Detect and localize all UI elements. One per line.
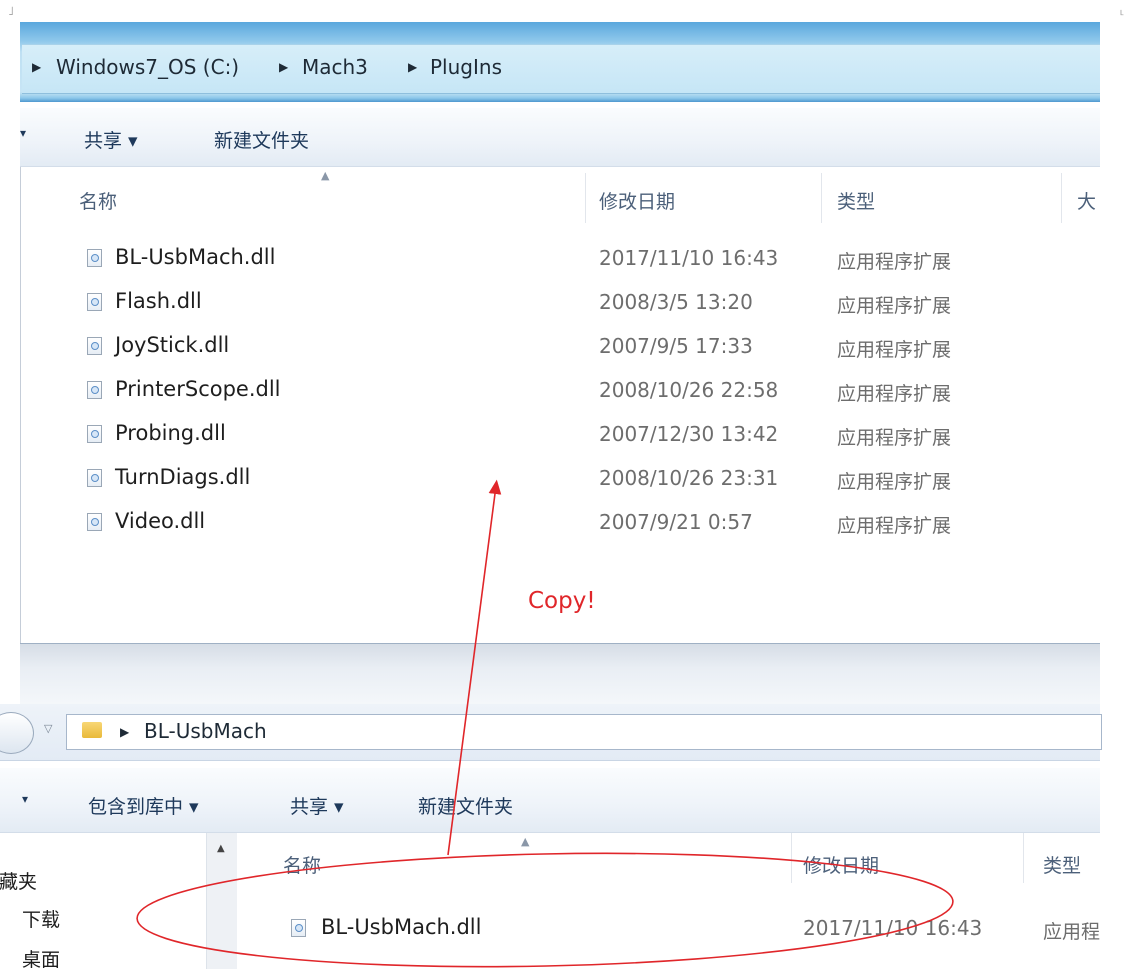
file-type: 应用程序扩展: [837, 471, 952, 493]
breadcrumb-arrow-icon: ▶: [32, 60, 42, 74]
breadcrumb-arrow-icon: ▶: [120, 725, 130, 739]
file-date: 2007/9/5 17:33: [599, 334, 753, 358]
column-divider[interactable]: [791, 833, 792, 883]
sort-ascending-icon: ▲: [321, 169, 330, 182]
file-name: BL-UsbMach.dll: [321, 915, 482, 939]
nav-item-favorites[interactable]: 收藏夹: [0, 867, 37, 894]
bottom-file-list: ▲ 名称 修改日期 类型 BL-UsbMach.dll 2017/11/10 1…: [237, 833, 1100, 969]
file-date: 2017/11/10 16:43: [599, 246, 779, 270]
column-divider[interactable]: [821, 173, 822, 223]
file-name: TurnDiags.dll: [115, 465, 251, 489]
file-row[interactable]: Video.dll 2007/9/21 0:57 应用程序扩展: [21, 501, 1101, 545]
dll-file-icon: [87, 381, 102, 399]
include-in-library-button[interactable]: 包含到库中 ▾: [88, 792, 199, 819]
sort-ascending-icon: ▲: [521, 835, 530, 848]
copy-annotation-label: Copy!: [528, 588, 596, 614]
new-folder-button[interactable]: 新建文件夹: [418, 792, 513, 819]
file-name: JoyStick.dll: [115, 333, 230, 357]
corner-mark-left: ˩: [8, 4, 14, 18]
navigation-pane: 收藏夹 下载 桌面: [0, 833, 237, 972]
bottom-window-titlebar: [20, 643, 1100, 704]
file-name: Flash.dll: [115, 289, 202, 313]
dll-file-icon: [87, 293, 102, 311]
file-date: 2008/10/26 23:31: [599, 466, 779, 490]
file-type: 应用程序扩展: [837, 515, 952, 537]
history-dropdown-icon[interactable]: ▽: [44, 722, 52, 735]
column-header-date[interactable]: 修改日期: [599, 187, 675, 214]
toolbar-dropdown-icon[interactable]: ▾: [22, 792, 28, 806]
file-row[interactable]: BL-UsbMach.dll 2017/11/10 16:43 应用程序扩展: [21, 237, 1101, 281]
corner-mark-right: ˪: [1120, 4, 1124, 18]
file-type: 应用程序扩展: [837, 295, 952, 317]
file-row[interactable]: JoyStick.dll 2007/9/5 17:33 应用程序扩展: [21, 325, 1101, 369]
breadcrumb-plugins[interactable]: PlugIns: [430, 55, 502, 79]
dll-file-icon: [87, 469, 102, 487]
column-header-type[interactable]: 类型: [837, 187, 875, 214]
dll-file-icon: [87, 337, 102, 355]
breadcrumb-arrow-icon: ▶: [408, 60, 418, 74]
file-row[interactable]: Flash.dll 2008/3/5 13:20 应用程序扩展: [21, 281, 1101, 325]
column-header-name[interactable]: 名称: [283, 851, 321, 878]
breadcrumb-folder[interactable]: BL-UsbMach: [144, 719, 267, 743]
file-date: 2007/9/21 0:57: [599, 510, 753, 534]
new-folder-button[interactable]: 新建文件夹: [214, 126, 309, 153]
dll-file-icon: [87, 513, 102, 531]
column-divider[interactable]: [585, 173, 586, 223]
file-name: BL-UsbMach.dll: [115, 245, 276, 269]
breadcrumb-arrow-icon: ▶: [279, 60, 289, 74]
folder-icon: [82, 722, 102, 738]
column-header-name[interactable]: 名称: [79, 187, 117, 214]
column-divider[interactable]: [1023, 833, 1024, 883]
scroll-up-icon[interactable]: ▲: [217, 843, 225, 854]
top-toolbar: ▾ 共享 ▾ 新建文件夹: [20, 108, 1100, 167]
file-type: 应用程序扩展: [837, 339, 952, 361]
bottom-toolbar: ▾ 包含到库中 ▾ 共享 ▾ 新建文件夹: [0, 768, 1100, 833]
nav-item-desktop[interactable]: 桌面: [22, 945, 60, 972]
column-header-type[interactable]: 类型: [1043, 851, 1081, 878]
file-row[interactable]: PrinterScope.dll 2008/10/26 22:58 应用程序扩展: [21, 369, 1101, 413]
file-name: Video.dll: [115, 509, 206, 533]
file-type: 应用程序扩展: [837, 251, 952, 273]
top-file-list: ▲ 名称 修改日期 类型 大 BL-UsbMach.dll 2017/11/10…: [20, 167, 1101, 643]
file-date: 2017/11/10 16:43: [803, 916, 983, 940]
file-row[interactable]: BL-UsbMach.dll 2017/11/10 16:43 应用程: [237, 907, 1100, 951]
column-header-size[interactable]: 大: [1077, 187, 1096, 214]
share-button[interactable]: 共享 ▾: [290, 792, 344, 819]
file-date: 2008/3/5 13:20: [599, 290, 753, 314]
breadcrumb-mach3[interactable]: Mach3: [302, 55, 368, 79]
file-row[interactable]: TurnDiags.dll 2008/10/26 23:31 应用程序扩展: [21, 457, 1101, 501]
dll-file-icon: [87, 249, 102, 267]
share-button[interactable]: 共享 ▾: [84, 126, 138, 153]
column-header-date[interactable]: 修改日期: [803, 851, 879, 878]
file-type: 应用程: [1043, 921, 1101, 943]
file-name: Probing.dll: [115, 421, 226, 445]
nav-item-downloads[interactable]: 下载: [22, 905, 60, 932]
toolbar-dropdown-icon[interactable]: ▾: [20, 126, 26, 140]
file-name: PrinterScope.dll: [115, 377, 281, 401]
dll-file-icon: [87, 425, 102, 443]
file-date: 2007/12/30 13:42: [599, 422, 779, 446]
file-row[interactable]: Probing.dll 2007/12/30 13:42 应用程序扩展: [21, 413, 1101, 457]
breadcrumb-drive[interactable]: Windows7_OS (C:): [56, 55, 239, 79]
file-type: 应用程序扩展: [837, 383, 952, 405]
column-divider[interactable]: [1061, 173, 1062, 223]
file-date: 2008/10/26 22:58: [599, 378, 779, 402]
file-type: 应用程序扩展: [837, 427, 952, 449]
top-address-bar[interactable]: ▶ Windows7_OS (C:) ▶ Mach3 ▶ PlugIns: [22, 44, 1100, 94]
dll-file-icon: [291, 919, 306, 937]
nav-pane-scrollbar[interactable]: ▲: [206, 833, 237, 969]
